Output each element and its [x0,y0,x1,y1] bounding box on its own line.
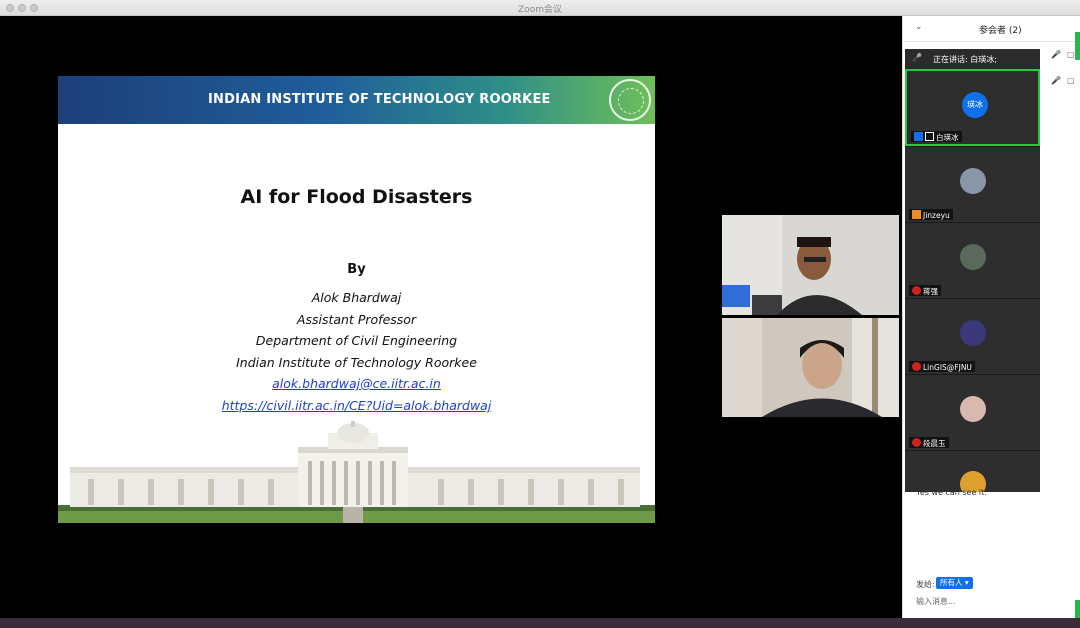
chat-send-to-label: 发给: [916,580,935,589]
speaker-video-feed [722,215,899,315]
slide-header-text: INDIAN INSTITUTE OF TECHNOLOGY ROORKEE [208,92,551,107]
desktop-bottom-strip [0,618,1080,628]
host-icon [914,132,923,141]
avatar [960,168,986,194]
chat-recipient-dropdown[interactable]: 所有人 ▾ [936,577,973,589]
chat-message: Yes we can see it. [916,488,987,497]
participant-name: 段晨玉 [923,439,946,448]
avatar [960,396,986,422]
gallery-tile[interactable]: 蒋强 [905,222,1040,298]
panel-accent-bar [1075,32,1080,60]
slide-position: Assistant Professor [296,312,417,327]
avatar-initials: 瑛冰 [967,100,983,109]
chevron-down-icon[interactable]: ⌄ [915,22,923,32]
tile-name-label: 段晨玉 [909,437,949,448]
microphone-icon[interactable]: 🎤 [1051,50,1061,59]
user-icon [912,210,921,219]
gallery-tile[interactable]: Jinzeyu [905,146,1040,222]
slide-title: AI for Flood Disasters [240,186,473,208]
slide-by: By [347,262,366,277]
gallery-view: 🎤 正在讲话: 白瑛冰; 瑛冰 白瑛冰 Jinzeyu 蒋强 LinGIS@FJ… [905,49,1040,492]
avatar [960,320,986,346]
participant-name: Jinzeyu [923,211,950,220]
participant-video-feed [722,318,899,417]
active-speaker-text: 正在讲话: 白瑛冰; [933,55,997,64]
microphone-icon[interactable]: 🎤 [1051,76,1061,85]
tile-name-label: 蒋强 [909,285,941,296]
screen-share-icon [925,132,934,141]
avatar [960,244,986,270]
gallery-tile[interactable]: 瑛冰 白瑛冰 [905,69,1040,146]
chevron-down-icon: ▾ [964,578,969,587]
muted-mic-icon [912,362,921,371]
active-speaker-bar: 🎤 正在讲话: 白瑛冰; [905,49,1040,69]
slide-author: Alok Bhardwaj [311,290,402,305]
slide-url-row: https://civil.iitr.ac.in/CE?Uid=alok.bha… [58,398,655,413]
zoom-window: Zoom会议 INDIAN INSTITUTE OF TECHNOLOGY RO… [0,0,1080,628]
participant-name: LinGIS@FJNU [923,363,972,372]
microphone-icon: 🎤 [912,53,922,62]
gallery-tile[interactable]: LinGIS@FJNU [905,298,1040,374]
avatar: 瑛冰 [962,92,988,118]
participant-name: 白瑛冰 [936,133,959,142]
tile-name-label: LinGIS@FJNU [909,361,975,372]
tile-name-label: 白瑛冰 [911,131,962,142]
slide-institute: Indian Institute of Technology Roorkee [236,355,477,370]
slide-email-row: alok.bhardwaj@ce.iitr.ac.in [58,376,655,391]
participant-name: 蒋强 [923,287,938,296]
chat-input[interactable]: 输入消息... [916,596,956,607]
muted-mic-icon [912,438,921,447]
institute-seal-icon [609,79,651,121]
chat-recipient-value: 所有人 [940,578,963,587]
gallery-tile[interactable]: 段晨玉 [905,374,1040,450]
slide-email-link[interactable]: alok.bhardwaj@ce.iitr.ac.in [272,376,441,391]
title-bar: Zoom会议 [0,0,1080,16]
video-tile-speaker[interactable] [722,215,899,315]
slide-header-banner: INDIAN INSTITUTE OF TECHNOLOGY ROORKEE [58,76,655,124]
main-building-image [58,421,655,523]
muted-mic-icon [912,286,921,295]
shared-slide: INDIAN INSTITUTE OF TECHNOLOGY ROORKEE A… [58,76,655,523]
video-tile-participant[interactable] [722,318,899,417]
slide-department: Department of Civil Engineering [255,333,458,348]
tile-name-label: Jinzeyu [909,209,953,220]
slide-url-link[interactable]: https://civil.iitr.ac.in/CE?Uid=alok.bha… [222,398,492,413]
video-icon[interactable]: ▢ [1067,76,1075,85]
participants-panel-header: ⌄ 参会者 (2) [903,16,1080,42]
panel-accent-bar [1075,600,1080,618]
video-icon[interactable]: ▢ [1067,50,1075,59]
window-title: Zoom会议 [518,5,562,15]
gallery-tile[interactable] [905,450,1040,492]
participants-panel-title: 参会者 (2) [979,26,1022,36]
